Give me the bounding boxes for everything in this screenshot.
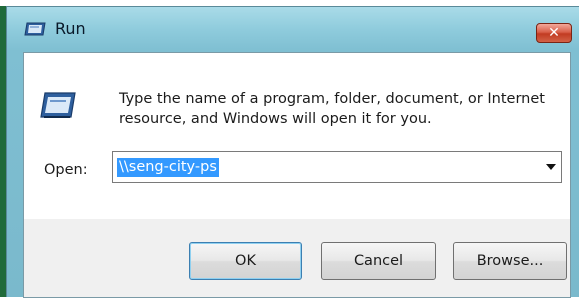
window-title: Run	[55, 19, 86, 38]
open-label: Open:	[44, 162, 88, 178]
run-dialog-window: Run ✕ Type the name of a program, folder…	[6, 6, 579, 298]
dialog-content-area: Type the name of a program, folder, docu…	[24, 53, 570, 219]
run-icon	[24, 22, 46, 36]
close-button[interactable]: ✕	[536, 23, 572, 43]
title-bar[interactable]: Run ✕	[7, 7, 579, 51]
close-icon: ✕	[548, 25, 560, 41]
open-input-value[interactable]: \\seng-city-ps	[117, 158, 219, 177]
run-icon	[40, 92, 76, 118]
cancel-button[interactable]: Cancel	[321, 242, 436, 280]
dialog-description: Type the name of a program, folder, docu…	[119, 91, 545, 127]
dialog-body: Type the name of a program, folder, docu…	[23, 52, 571, 298]
open-combobox[interactable]: \\seng-city-ps	[112, 151, 562, 183]
ok-button[interactable]: OK	[189, 242, 302, 280]
chevron-down-icon[interactable]	[546, 164, 556, 170]
browse-button[interactable]: Browse...	[453, 242, 567, 280]
